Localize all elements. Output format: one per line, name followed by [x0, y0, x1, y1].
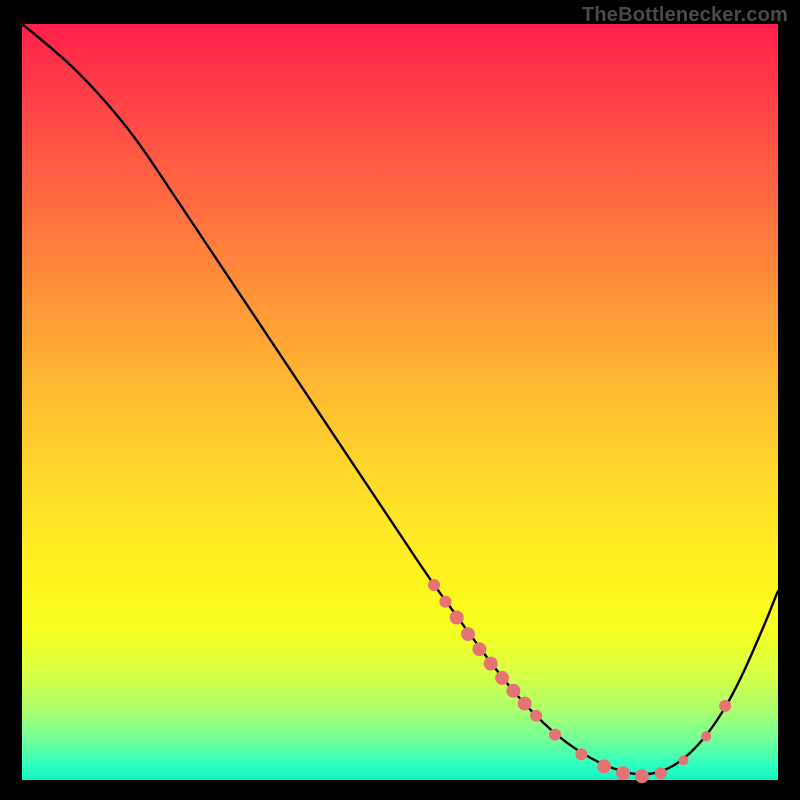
- curve-marker: [597, 759, 611, 773]
- curve-marker: [450, 611, 464, 625]
- curve-marker: [701, 731, 711, 741]
- chart-container: TheBottlenecker.com: [0, 0, 800, 800]
- curve-marker: [495, 671, 509, 685]
- curve-marker: [679, 755, 689, 765]
- curve-marker: [635, 769, 649, 783]
- curve-marker: [461, 627, 475, 641]
- curve-marker: [439, 596, 451, 608]
- curve-marker: [530, 710, 542, 722]
- curve-marker: [616, 766, 630, 780]
- plot-area: [22, 24, 778, 780]
- curve-marker: [472, 642, 486, 656]
- curve-markers: [428, 579, 731, 783]
- curve-marker: [719, 700, 731, 712]
- curve-marker: [428, 579, 440, 591]
- curve-marker: [575, 748, 587, 760]
- bottleneck-curve: [22, 24, 778, 774]
- curve-marker: [506, 684, 520, 698]
- attribution-label: TheBottlenecker.com: [582, 4, 788, 27]
- curve-marker: [549, 729, 561, 741]
- curve-marker: [655, 767, 667, 779]
- curve-marker: [518, 697, 532, 711]
- curve-svg: [22, 24, 778, 780]
- curve-marker: [484, 657, 498, 671]
